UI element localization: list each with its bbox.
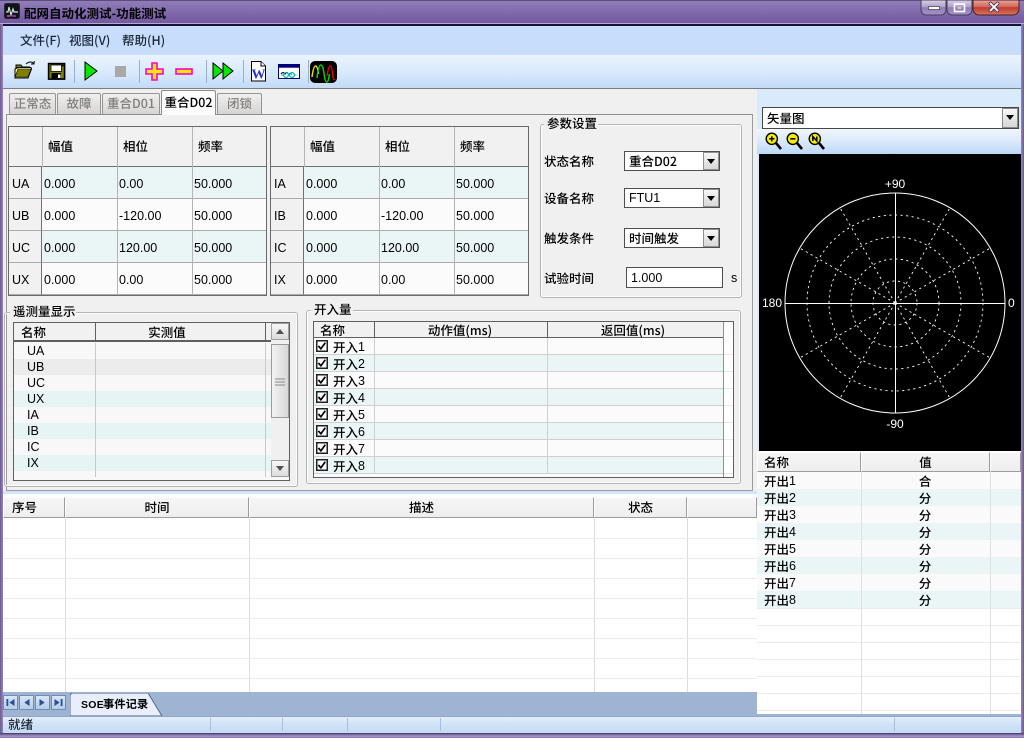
svg-text:-90: -90	[886, 417, 904, 431]
svg-text:180: 180	[762, 296, 782, 310]
svg-text:+90: +90	[885, 177, 906, 191]
svg-text:0: 0	[1008, 296, 1015, 310]
